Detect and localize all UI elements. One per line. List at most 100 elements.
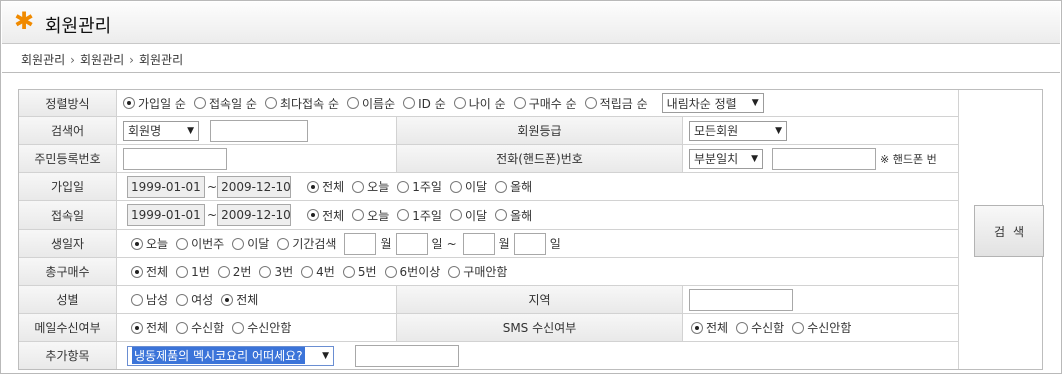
purchase-radio-2[interactable]: 2번 <box>217 263 251 280</box>
search-button[interactable]: 검색 <box>974 205 1044 257</box>
radio-dot[interactable] <box>691 321 703 334</box>
radio-dot[interactable] <box>495 209 508 221</box>
radio-dot[interactable] <box>397 180 410 193</box>
sort-radio-name[interactable]: 이름순 <box>346 95 395 112</box>
radio-dot[interactable] <box>176 237 189 250</box>
join-radio-today[interactable]: 오늘 <box>352 178 389 195</box>
radio-dot[interactable] <box>449 180 462 193</box>
grade-select[interactable]: 모든회원 ▼ <box>689 120 787 141</box>
purchase-radio-1[interactable]: 1번 <box>176 263 210 280</box>
birthday-from-month[interactable] <box>344 232 377 255</box>
join-date-to[interactable]: 2009-12-10 <box>217 175 292 198</box>
access-radio-year[interactable]: 올해 <box>495 207 532 224</box>
radio-dot[interactable] <box>397 209 410 221</box>
access-radio-all[interactable]: 전체 <box>307 207 344 224</box>
radio-dot[interactable] <box>307 209 320 221</box>
mail-radio-all[interactable]: 전체 <box>131 319 168 336</box>
radio-dot[interactable] <box>301 265 314 278</box>
breadcrumb-item[interactable]: 회원관리 <box>139 53 183 67</box>
radio-dot[interactable] <box>131 321 143 334</box>
birthday-radio-month[interactable]: 이달 <box>232 235 269 252</box>
radio-dot[interactable] <box>792 321 805 334</box>
radio-dot[interactable] <box>307 180 320 193</box>
purchase-radio-3[interactable]: 3번 <box>259 263 293 280</box>
radio-dot[interactable] <box>342 265 355 278</box>
join-radio-year[interactable]: 올해 <box>495 178 532 195</box>
access-date-from[interactable]: 1999-01-01 <box>127 204 205 226</box>
breadcrumb-item[interactable]: 회원관리 <box>21 53 65 67</box>
radio-dot[interactable] <box>131 293 143 306</box>
radio-dot[interactable] <box>352 180 365 193</box>
join-radio-week[interactable]: 1주일 <box>397 178 442 195</box>
sort-radio-age[interactable]: 나이 순 <box>453 95 506 112</box>
radio-dot[interactable] <box>584 97 597 109</box>
radio-dot[interactable] <box>277 237 290 250</box>
mail-radio-yes[interactable]: 수신함 <box>176 319 224 336</box>
gender-radio-male[interactable]: 남성 <box>131 291 168 308</box>
sms-radio-yes[interactable]: 수신함 <box>736 319 784 336</box>
birthday-from-day[interactable] <box>395 232 428 255</box>
gender-radio-all[interactable]: 전체 <box>221 291 258 308</box>
access-radio-month[interactable]: 이달 <box>449 207 487 224</box>
radio-dot[interactable] <box>736 321 749 334</box>
sms-radio-no[interactable]: 수신안함 <box>792 319 851 336</box>
phone-match-select[interactable]: 부분일치 ▼ <box>689 148 763 169</box>
purchase-radio-all[interactable]: 전체 <box>131 263 168 280</box>
radio-dot[interactable] <box>513 97 526 109</box>
access-radio-today[interactable]: 오늘 <box>352 207 389 224</box>
radio-dot[interactable] <box>217 265 230 278</box>
radio-dot[interactable] <box>176 293 189 306</box>
mail-radio-no[interactable]: 수신안함 <box>232 319 291 336</box>
join-date-from[interactable]: 1999-01-01 <box>127 175 205 198</box>
sort-radio-join[interactable]: 가입일 순 <box>123 95 186 112</box>
radio-dot[interactable] <box>221 293 234 306</box>
sort-radio-most-access[interactable]: 최다접속 순 <box>264 95 339 112</box>
birthday-radio-week[interactable]: 이번주 <box>176 235 224 252</box>
access-date-to[interactable]: 2009-12-10 <box>217 204 292 226</box>
radio-dot[interactable] <box>495 180 508 193</box>
keyword-type-select[interactable]: 회원명 ▼ <box>123 120 199 141</box>
radio-dot[interactable] <box>232 321 245 334</box>
radio-dot[interactable] <box>131 237 143 250</box>
keyword-input[interactable] <box>210 119 308 142</box>
phone-input[interactable] <box>772 147 876 170</box>
radio-dot[interactable] <box>176 265 189 278</box>
sort-radio-points[interactable]: 적립금 순 <box>584 95 648 112</box>
radio-dot[interactable] <box>352 209 365 221</box>
birthday-radio-period[interactable]: 기간검색 <box>277 235 336 252</box>
radio-dot[interactable] <box>131 265 143 278</box>
extra-item-select[interactable]: 냉동제품의 멕시코요리 어떠세요? ▼ <box>127 345 334 366</box>
radio-dot[interactable] <box>259 265 272 278</box>
region-input[interactable] <box>689 288 793 311</box>
resident-number-input[interactable] <box>123 147 227 170</box>
radio-dot[interactable] <box>232 237 245 250</box>
birthday-radio-today[interactable]: 오늘 <box>131 235 168 252</box>
radio-dot[interactable] <box>264 97 277 109</box>
extra-item-input[interactable] <box>355 344 459 367</box>
radio-dot[interactable] <box>448 265 461 278</box>
purchase-radio-none[interactable]: 구매안함 <box>448 263 507 280</box>
radio-dot[interactable] <box>403 97 416 109</box>
breadcrumb-item[interactable]: 회원관리 <box>80 53 124 67</box>
sms-radio-all[interactable]: 전체 <box>691 319 728 336</box>
radio-dot[interactable] <box>123 97 135 109</box>
radio-dot[interactable] <box>176 321 189 334</box>
gender-radio-female[interactable]: 여성 <box>176 291 213 308</box>
sort-order-select[interactable]: 내림차순 정렬 ▼ <box>661 93 764 113</box>
sort-radio-id[interactable]: ID 순 <box>403 95 446 112</box>
birthday-to-day[interactable] <box>513 232 546 255</box>
access-radio-week[interactable]: 1주일 <box>397 207 442 224</box>
radio-dot[interactable] <box>453 97 466 109</box>
radio-dot[interactable] <box>384 265 397 278</box>
purchase-radio-6plus[interactable]: 6번이상 <box>384 263 440 280</box>
purchase-radio-5[interactable]: 5번 <box>342 263 377 280</box>
join-radio-month[interactable]: 이달 <box>449 178 487 195</box>
sort-radio-access[interactable]: 접속일 순 <box>193 95 257 112</box>
join-radio-all[interactable]: 전체 <box>307 178 344 195</box>
purchase-radio-4[interactable]: 4번 <box>301 263 335 280</box>
radio-dot[interactable] <box>193 97 206 109</box>
radio-dot[interactable] <box>346 97 359 109</box>
radio-dot[interactable] <box>449 209 462 221</box>
sort-radio-purchase[interactable]: 구매수 순 <box>513 95 577 112</box>
birthday-to-month[interactable] <box>462 232 495 255</box>
